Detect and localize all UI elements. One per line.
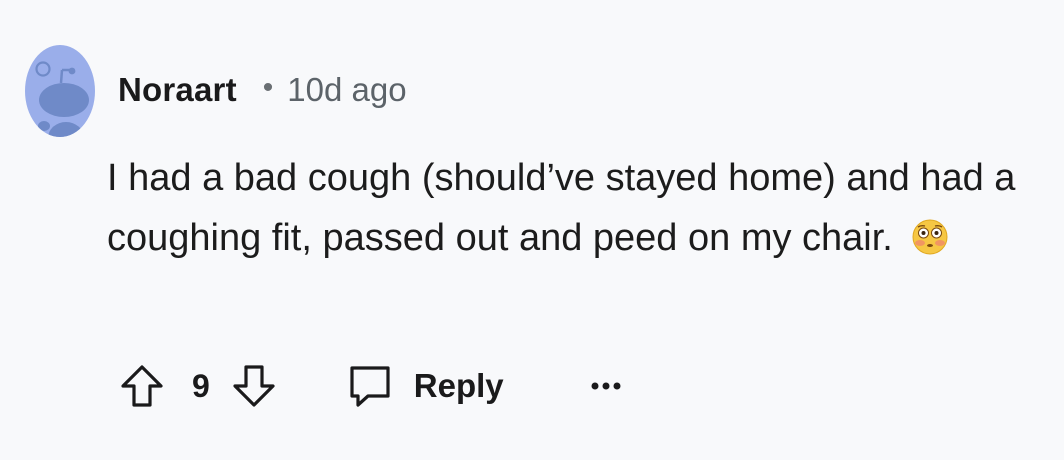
comment-actions: 9 Reply [118, 356, 622, 416]
comment-header: Noraart • 10d ago [118, 68, 407, 112]
comment-text: I had a bad cough (should’ve stayed home… [107, 157, 1016, 259]
snoo-avatar-icon[interactable] [24, 42, 96, 138]
speech-bubble-icon [350, 366, 390, 407]
flushed-face-emoji [912, 219, 948, 255]
comment-body: I had a bad cough (should’ve stayed home… [107, 148, 1047, 268]
comment-timestamp: 10d ago [287, 71, 407, 108]
upvote-arrow-icon[interactable] [118, 362, 166, 410]
reply-button[interactable]: Reply [346, 362, 504, 410]
more-options-button[interactable] [590, 366, 622, 406]
separator-dot: • [262, 71, 274, 104]
downvote-arrow-icon[interactable] [230, 362, 278, 410]
reply-label: Reply [413, 367, 504, 404]
comment: Noraart • 10d ago I had a bad cough (sho… [0, 0, 1064, 460]
vote-score: 9 [192, 367, 210, 404]
comment-author[interactable]: Noraart [118, 71, 237, 109]
ellipsis-icon [591, 382, 621, 390]
